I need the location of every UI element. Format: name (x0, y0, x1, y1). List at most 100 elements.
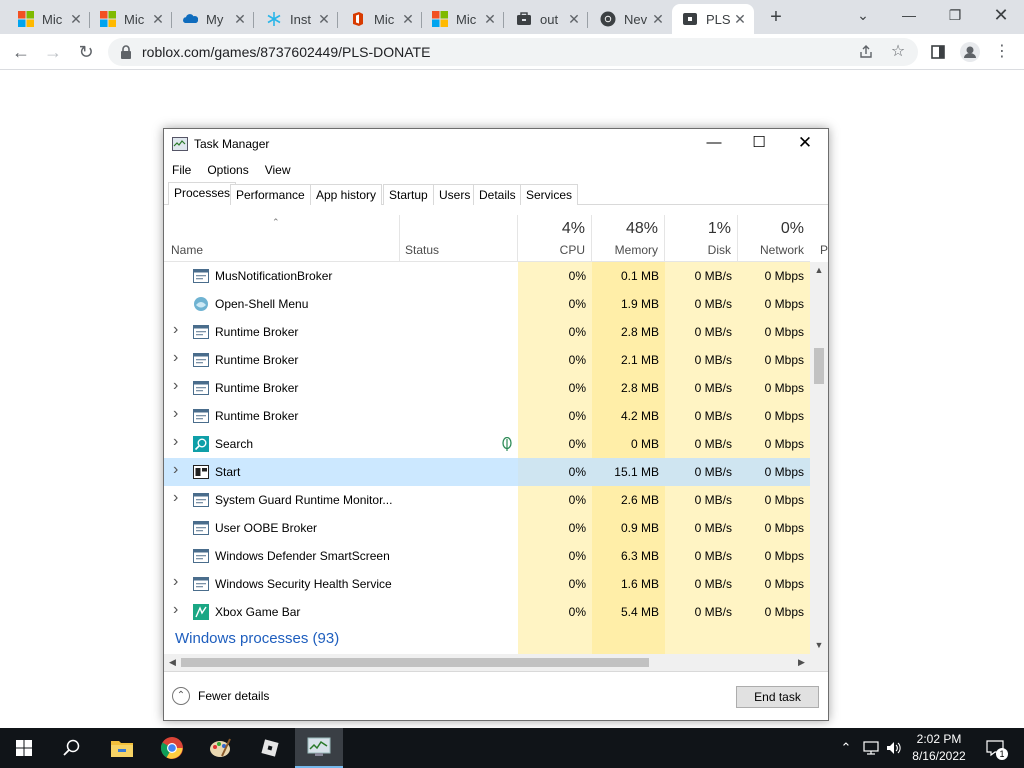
process-row[interactable]: › Runtime Broker 0% 2.8 MB 0 MB/s 0 Mbps (164, 318, 810, 346)
taskbar-clock[interactable]: 2:02 PM 8/16/2022 (900, 731, 978, 765)
process-row[interactable]: User OOBE Broker 0% 0.9 MB 0 MB/s 0 Mbps (164, 514, 810, 542)
horizontal-scroll-thumb[interactable] (181, 658, 649, 667)
menu-file[interactable]: File (164, 163, 199, 177)
restore-browser-button[interactable]: ❐ (932, 0, 978, 34)
expand-chevron-icon[interactable]: › (173, 321, 178, 339)
process-network-value: 0 Mbps (738, 486, 810, 514)
close-tab-icon[interactable]: ✕ (68, 11, 84, 28)
col-cpu[interactable]: 4% CPU (518, 215, 592, 261)
browser-tab-4[interactable]: Inst ✕ (256, 4, 338, 34)
share-icon[interactable] (852, 34, 880, 70)
scroll-down-arrow-icon[interactable]: ▼ (810, 637, 828, 654)
profile-avatar-icon[interactable] (956, 34, 984, 70)
close-tab-icon[interactable]: ✕ (566, 11, 582, 28)
tab-services[interactable]: Services (520, 184, 579, 205)
paint-taskbar-button[interactable] (196, 728, 244, 768)
network-icon[interactable] (860, 728, 882, 768)
fewer-details-link[interactable]: ⌃ Fewer details (172, 687, 269, 705)
forward-arrow-icon[interactable]: → (40, 39, 66, 65)
browser-tab-8[interactable]: Nev ✕ (590, 4, 672, 34)
col-memory[interactable]: 48% Memory (592, 215, 665, 261)
bookmark-star-icon[interactable]: ☆ (884, 34, 912, 70)
expand-chevron-icon[interactable]: › (173, 405, 178, 423)
new-tab-button[interactable]: + (764, 6, 788, 30)
clock-time: 2:02 PM (916, 732, 962, 746)
start-button[interactable] (0, 728, 48, 768)
close-browser-button[interactable]: ✕ (978, 0, 1024, 34)
side-panel-icon[interactable] (924, 34, 952, 70)
tab-startup[interactable]: Startup (383, 184, 434, 205)
browser-tab-title: Nev (624, 11, 648, 27)
col-disk[interactable]: 1% Disk (665, 215, 738, 261)
tm-close-button[interactable]: ✕ (782, 129, 828, 159)
close-tab-icon[interactable]: ✕ (482, 11, 498, 28)
expand-chevron-icon[interactable]: › (173, 349, 178, 367)
chrome-menu-icon[interactable]: ⋮ (988, 34, 1016, 70)
browser-tab-3[interactable]: My ✕ (172, 4, 254, 34)
horizontal-scrollbar[interactable]: ◀ ▶ (164, 654, 810, 671)
process-row[interactable]: MusNotificationBroker 0% 0.1 MB 0 MB/s 0 Mbp… (164, 262, 810, 290)
vertical-scrollbar[interactable]: ▲ ▼ (810, 262, 828, 654)
process-row[interactable]: › Xbox Game Bar 0% 5.4 MB 0 MB/s 0 Mbps (164, 598, 810, 626)
vertical-scroll-thumb[interactable] (814, 348, 824, 384)
expand-chevron-icon[interactable]: › (173, 433, 178, 451)
tab-search-icon[interactable]: ⌄ (840, 0, 886, 34)
expand-chevron-icon[interactable]: › (173, 489, 178, 507)
tm-minimize-button[interactable]: — (691, 129, 737, 159)
end-task-button[interactable]: End task (736, 686, 819, 708)
close-tab-icon[interactable]: ✕ (650, 11, 666, 28)
process-row[interactable]: › Runtime Broker 0% 2.8 MB 0 MB/s 0 Mbps (164, 374, 810, 402)
scroll-up-arrow-icon[interactable]: ▲ (810, 262, 828, 279)
close-tab-icon[interactable]: ✕ (232, 11, 248, 28)
menu-options[interactable]: Options (199, 163, 256, 177)
process-row[interactable]: › Runtime Broker 0% 4.2 MB 0 MB/s 0 Mbps (164, 402, 810, 430)
tab-processes[interactable]: Processes (168, 182, 237, 205)
back-arrow-icon[interactable]: ← (8, 39, 34, 65)
browser-tab-7[interactable]: out ✕ (506, 4, 588, 34)
task-manager-app-icon (172, 137, 188, 151)
col-status[interactable]: Status (400, 215, 518, 261)
process-row[interactable]: › Start 0% 15.1 MB 0 MB/s 0 Mbps (164, 458, 810, 486)
browser-tab-2[interactable]: Mic ✕ (90, 4, 172, 34)
process-row[interactable]: › Windows Security Health Service 0% 1.6 MB… (164, 570, 810, 598)
expand-chevron-icon[interactable]: › (173, 573, 178, 591)
browser-tab-1[interactable]: Mic ✕ (8, 4, 90, 34)
process-row[interactable]: Windows Defender SmartScreen 0% 6.3 MB 0 MB… (164, 542, 810, 570)
tab-details[interactable]: Details (473, 184, 522, 205)
search-taskbar-button[interactable] (48, 728, 96, 768)
notification-center-button[interactable]: 1 (980, 728, 1010, 768)
file-explorer-taskbar-button[interactable] (98, 728, 146, 768)
chrome-taskbar-button[interactable] (148, 728, 196, 768)
close-tab-icon[interactable]: ✕ (316, 11, 332, 28)
col-network[interactable]: 0% Network (738, 215, 810, 261)
tm-maximize-button[interactable]: ☐ (736, 129, 782, 159)
tab-users[interactable]: Users (433, 184, 477, 205)
process-row[interactable]: › System Guard Runtime Monitor... 0% 2.6 MB… (164, 486, 810, 514)
minimize-browser-button[interactable]: — (886, 0, 932, 34)
address-bar[interactable]: roblox.com/games/8737602449/PLS-DONATE (108, 38, 918, 66)
show-hidden-icons-chevron-icon[interactable]: ⌃ (836, 728, 856, 768)
scroll-left-arrow-icon[interactable]: ◀ (164, 654, 181, 671)
browser-tab-5[interactable]: Mic ✕ (340, 4, 422, 34)
close-tab-icon[interactable]: ✕ (400, 11, 416, 28)
process-row[interactable]: Open-Shell Menu 0% 1.9 MB 0 MB/s 0 Mbps (164, 290, 810, 318)
expand-chevron-icon[interactable]: › (173, 461, 178, 479)
windows-processes-group[interactable]: Windows processes (93) (164, 626, 810, 654)
process-row[interactable]: › Search 0% 0 MB 0 MB/s 0 Mbps (164, 430, 810, 458)
roblox-taskbar-button[interactable] (246, 728, 294, 768)
expand-chevron-icon[interactable]: › (173, 377, 178, 395)
menu-view[interactable]: View (257, 163, 299, 177)
process-row[interactable]: › Runtime Broker 0% 2.1 MB 0 MB/s 0 Mbps (164, 346, 810, 374)
close-tab-icon[interactable]: ✕ (732, 11, 748, 28)
task-manager-taskbar-button[interactable] (295, 728, 343, 768)
browser-tab-6[interactable]: Mic ✕ (422, 4, 504, 34)
browser-tab-9[interactable]: PLS ✕ (672, 4, 754, 34)
expand-chevron-icon[interactable]: › (173, 601, 178, 619)
tab-app-history[interactable]: App history (310, 184, 383, 205)
tab-performance[interactable]: Performance (230, 184, 311, 205)
col-name[interactable]: ⌃ Name (164, 215, 400, 261)
close-tab-icon[interactable]: ✕ (150, 11, 166, 28)
scroll-right-arrow-icon[interactable]: ▶ (793, 654, 810, 671)
tm-menubar: File Options View (164, 159, 828, 181)
reload-icon[interactable]: ↻ (73, 39, 99, 65)
